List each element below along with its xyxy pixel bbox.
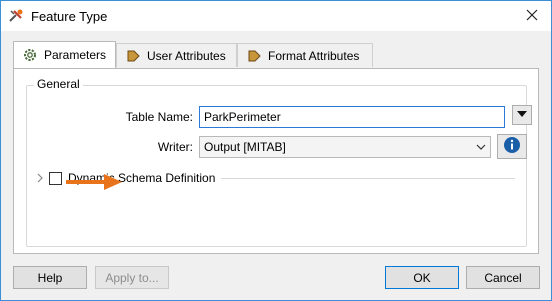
title-bar: Feature Type (1, 1, 551, 31)
help-button[interactable]: Help (13, 266, 87, 289)
triangle-down-icon (517, 108, 527, 122)
divider (221, 177, 515, 179)
info-icon (503, 136, 521, 157)
ok-button[interactable]: OK (385, 266, 459, 289)
close-icon (526, 9, 538, 24)
tab-user-attributes[interactable]: User Attributes (116, 43, 237, 67)
attribute-arrow-icon (125, 48, 141, 64)
tab-label: Format Attributes (268, 48, 360, 63)
table-name-dropdown-button[interactable] (512, 105, 532, 125)
table-name-label: Table Name: (125, 110, 193, 124)
chevron-down-icon (472, 138, 490, 156)
gear-icon (22, 47, 38, 63)
writer-value: Output [MITAB] (204, 140, 286, 154)
table-name-input[interactable] (199, 106, 505, 128)
fme-transformer-icon (8, 8, 24, 24)
general-group: General Table Name: Writer: Output [MITA… (26, 77, 532, 247)
dynamic-schema-checkbox[interactable] (49, 171, 62, 185)
apply-to-button[interactable]: Apply to... (95, 266, 169, 289)
annotation-arrow-icon (66, 174, 122, 190)
close-button[interactable] (517, 4, 547, 28)
feature-type-dialog: Feature Type Parameters User Attributes … (0, 0, 552, 301)
tab-label: User Attributes (147, 48, 226, 63)
writer-info-button[interactable] (497, 134, 527, 159)
chevron-right-icon[interactable] (35, 172, 45, 184)
group-title: General (34, 77, 83, 91)
writer-select[interactable]: Output [MITAB] (199, 136, 491, 158)
tab-parameters[interactable]: Parameters (13, 41, 116, 68)
tab-format-attributes[interactable]: Format Attributes (237, 43, 373, 67)
cancel-button[interactable]: Cancel (466, 266, 540, 289)
window-title: Feature Type (31, 9, 108, 24)
parameters-panel: General Table Name: Writer: Output [MITA… (13, 68, 539, 254)
writer-label: Writer: (157, 140, 193, 154)
tab-label: Parameters (44, 48, 107, 62)
attribute-arrow-icon (246, 48, 262, 64)
